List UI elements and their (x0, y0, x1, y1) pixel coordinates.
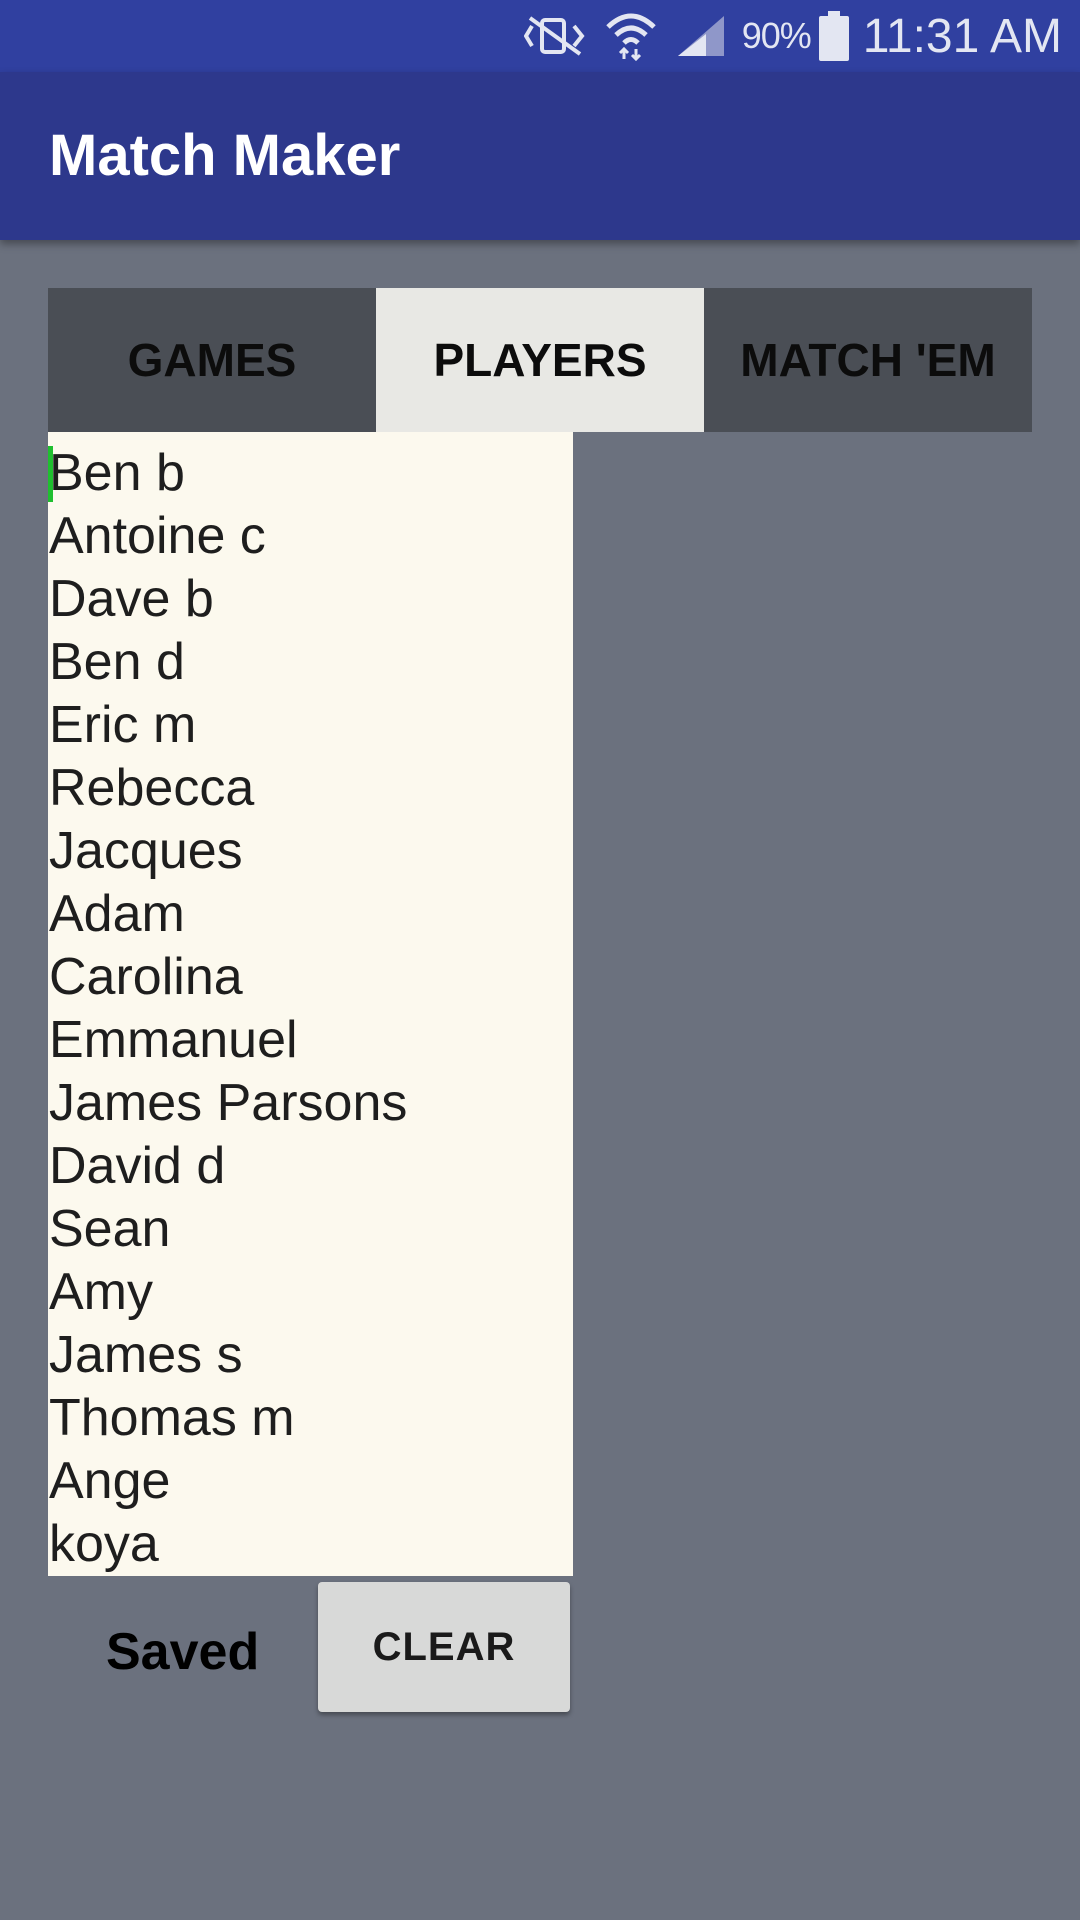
tab-games[interactable]: GAMES (48, 288, 376, 432)
player-item: Amy (49, 1263, 153, 1321)
player-item: Ange (49, 1452, 171, 1510)
app-bar: Match Maker (0, 72, 1080, 240)
player-item: Carolina (49, 948, 243, 1006)
clock: 11:31 AM (862, 9, 1062, 63)
saved-status-label: Saved (106, 1623, 260, 1681)
player-item: Dave b (49, 570, 214, 628)
player-item: James Parsons (49, 1074, 408, 1132)
player-item: Adam (49, 885, 185, 943)
player-item: Rebecca (49, 759, 255, 817)
text-cursor (48, 446, 53, 502)
player-item: Ben d (49, 633, 185, 691)
player-item: David d (49, 1137, 226, 1195)
player-item: Sean (49, 1200, 171, 1258)
wifi-icon (604, 11, 658, 61)
player-item: Antoine c (49, 507, 266, 565)
player-item: James s (49, 1326, 243, 1384)
player-item: Thomas m (49, 1389, 295, 1447)
status-icons: 90% 11:31 AM (506, 0, 1062, 72)
app-title: Match Maker (49, 123, 401, 188)
players-text-area[interactable]: Ben b Antoine c Dave b Ben d Eric m Rebe… (48, 432, 573, 1576)
battery-percent: 90% (741, 15, 812, 56)
status-bar: 90% 11:31 AM (0, 0, 1080, 72)
player-item: Emmanuel (49, 1011, 298, 1069)
battery-icon (818, 11, 849, 61)
tab-match-em[interactable]: MATCH 'EM (704, 288, 1032, 432)
tab-bar: GAMES PLAYERS MATCH 'EM (48, 288, 1032, 432)
clear-button[interactable]: CLEAR (318, 1582, 570, 1712)
player-item: koya (49, 1515, 159, 1573)
player-item: Eric m (49, 696, 197, 754)
player-item: Ben b (49, 444, 185, 502)
player-item: Jacques (49, 822, 243, 880)
cell-signal-icon (676, 14, 726, 58)
mute-vibrate-icon (523, 14, 586, 58)
tab-players[interactable]: PLAYERS (376, 288, 704, 432)
player-list: Ben b Antoine c Dave b Ben d Eric m Rebe… (48, 432, 573, 1576)
